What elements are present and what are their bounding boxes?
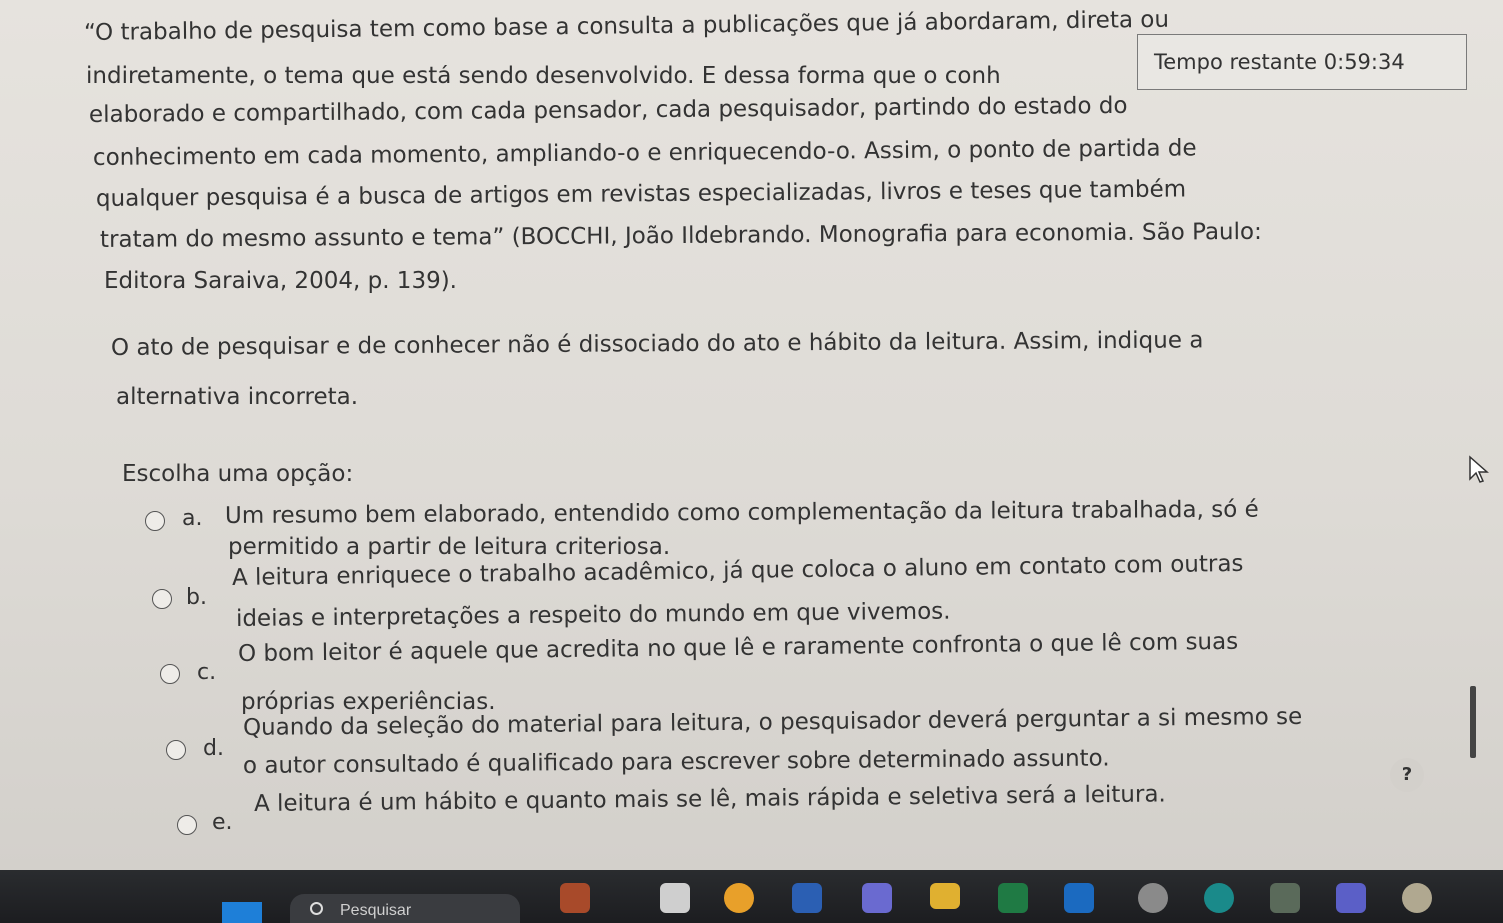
option-letter: a. xyxy=(182,506,203,531)
quote-line: conhecimento em cada momento, ampliando-… xyxy=(92,135,1197,171)
option-text[interactable]: A leitura é um hábito e quanto mais se l… xyxy=(254,781,1166,817)
radio-option-d[interactable] xyxy=(166,740,186,760)
quote-line: indiretamente, o tema que está sendo des… xyxy=(86,65,1001,88)
quote-line: qualquer pesquisa é a busca de artigos e… xyxy=(95,176,1187,212)
quote-line: elaborado e compartilhado, com cada pens… xyxy=(88,92,1128,128)
search-label: Pesquisar xyxy=(340,902,412,919)
start-icon[interactable] xyxy=(222,902,262,923)
settings-icon[interactable] xyxy=(1138,883,1168,913)
option-letter: c. xyxy=(197,660,217,685)
radio-option-a[interactable] xyxy=(145,511,165,531)
option-text[interactable]: próprias experiências. xyxy=(241,691,496,714)
timer-label: Tempo restante 0:59:34 xyxy=(1154,50,1405,74)
option-letter: e. xyxy=(212,810,233,835)
file-explorer-icon[interactable] xyxy=(660,883,690,913)
time-remaining: Tempo restante 0:59:34 xyxy=(1137,34,1467,90)
copilot-icon[interactable] xyxy=(862,883,892,913)
mouse-cursor-icon xyxy=(1469,455,1489,483)
help-button[interactable]: ? xyxy=(1390,758,1424,792)
option-text[interactable]: permitido a partir de leitura criteriosa… xyxy=(228,536,670,559)
choose-label: Escolha uma opção: xyxy=(122,461,354,487)
question-line: O ato de pesquisar e de conhecer não é d… xyxy=(110,327,1204,361)
quote-line: “O trabalho de pesquisa tem como base a … xyxy=(83,6,1170,46)
option-text[interactable]: O bom leitor é aquele que acredita no qu… xyxy=(238,629,1238,667)
taskbar: Pesquisar xyxy=(0,870,1503,923)
page-content: “O trabalho de pesquisa tem como base a … xyxy=(0,0,1503,870)
teams-icon[interactable] xyxy=(1336,883,1366,913)
outlook-icon[interactable] xyxy=(1064,883,1094,913)
scrollbar-thumb[interactable] xyxy=(1470,686,1476,758)
radio-option-c[interactable] xyxy=(160,664,180,684)
quote-line: tratam do mesmo assunto e tema” (BOCCHI,… xyxy=(99,218,1262,253)
folder-icon[interactable] xyxy=(930,883,960,909)
edge-icon[interactable] xyxy=(1204,883,1234,913)
quote-line: Editora Saraiva, 2004, p. 139). xyxy=(104,268,457,294)
option-text[interactable]: ideias e interpretações a respeito do mu… xyxy=(236,599,951,632)
word-icon[interactable] xyxy=(792,883,822,913)
calculator-icon[interactable] xyxy=(1270,883,1300,913)
radio-option-e[interactable] xyxy=(177,815,197,835)
excel-icon[interactable] xyxy=(998,883,1028,913)
search-icon xyxy=(310,902,323,915)
option-text[interactable]: Um resumo bem elaborado, entendido como … xyxy=(225,497,1259,529)
mail-icon[interactable] xyxy=(1402,883,1432,913)
question-line: alternativa incorreta. xyxy=(116,384,359,410)
chrome-icon[interactable] xyxy=(724,883,754,913)
radio-option-b[interactable] xyxy=(152,589,172,609)
weather-icon[interactable] xyxy=(560,883,590,913)
search-input[interactable]: Pesquisar xyxy=(290,894,520,923)
option-letter: b. xyxy=(186,585,207,610)
option-letter: d. xyxy=(203,736,224,761)
option-text[interactable]: o autor consultado é qualificado para es… xyxy=(243,745,1110,779)
